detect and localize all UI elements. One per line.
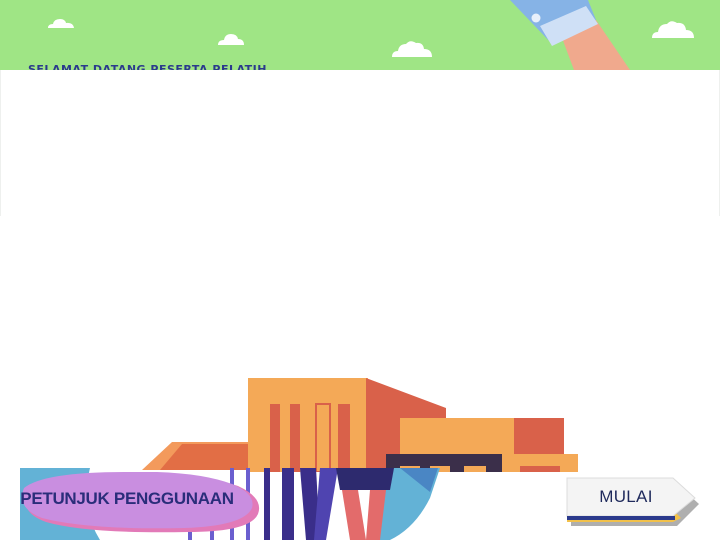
- content-panel: [0, 70, 720, 216]
- start-button[interactable]: MULAI: [565, 474, 700, 530]
- cloud-icon: [650, 18, 696, 40]
- building-illustration: [130, 372, 590, 473]
- guide-button[interactable]: PETUNJUK PENGGUNAAN: [18, 472, 262, 534]
- cloud-icon: [390, 39, 434, 59]
- guide-button-label: PETUNJUK PENGGUNAAN: [20, 489, 234, 508]
- cloud-icon: [46, 16, 76, 30]
- cloud-icon: [216, 31, 246, 47]
- hand-sleeve-icon: [500, 0, 640, 70]
- start-button-label: MULAI: [599, 487, 653, 506]
- header-banner: [0, 0, 720, 70]
- slide-canvas: SELAMAT DATANG PESERTA PELATIHAN: [0, 0, 720, 540]
